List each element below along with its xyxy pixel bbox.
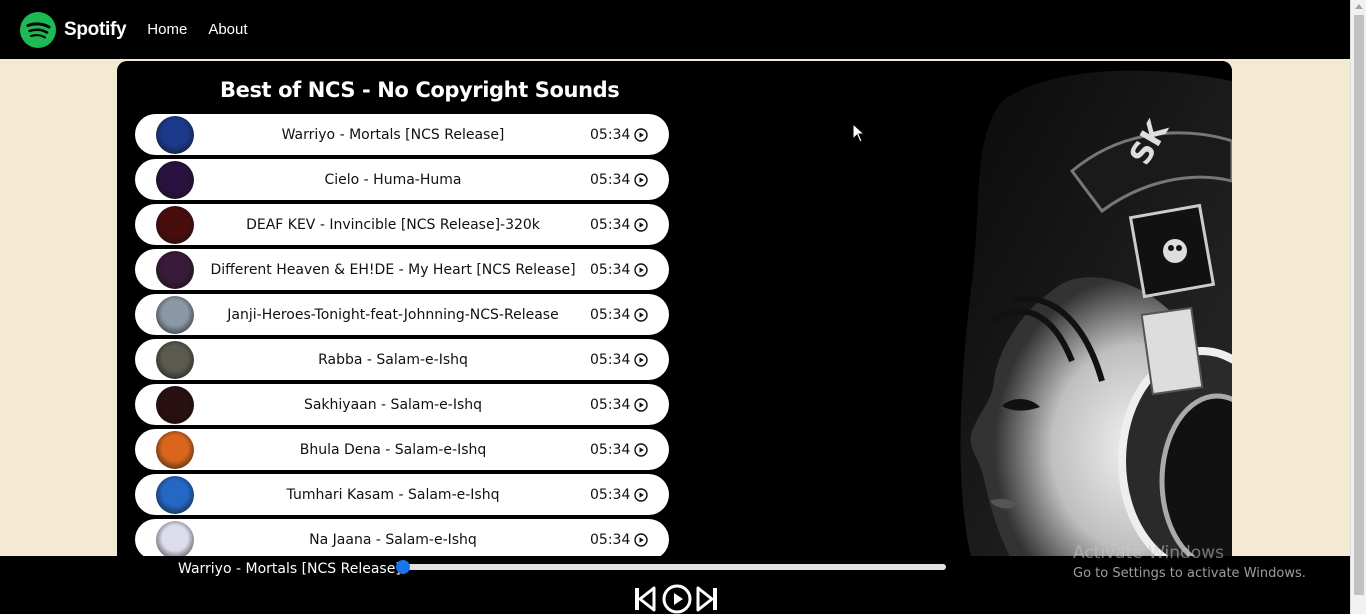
brand-name: Spotify (64, 18, 127, 40)
song-item[interactable]: Different Heaven & EH!DE - My Heart [NCS… (135, 249, 669, 290)
playlist-container: SK Best of NCS - No Copyright Sounds War… (117, 61, 1232, 561)
song-duration-text: 05:34 (590, 126, 631, 143)
song-item[interactable]: Sakhiyaan - Salam-e-Ishq 05:34 (135, 384, 669, 425)
song-name: Na Jaana - Salam-e-Ishq (309, 531, 477, 548)
play-icon[interactable] (662, 584, 692, 614)
play-circle-icon[interactable] (634, 442, 649, 457)
song-name: Sakhiyaan - Salam-e-Ishq (303, 396, 483, 413)
song-duration-text: 05:34 (590, 306, 631, 323)
song-duration-text: 05:34 (590, 531, 631, 548)
song-item[interactable]: Tumhari Kasam - Salam-e-Ishq 05:34 (135, 474, 669, 515)
song-duration-text: 05:34 (590, 216, 631, 233)
play-circle-icon[interactable] (634, 532, 649, 547)
song-cover-image (156, 386, 194, 424)
song-cover-image (156, 341, 194, 379)
spotify-logo[interactable]: Spotify (20, 11, 127, 48)
song-duration: 05:34 (590, 171, 649, 188)
next-icon[interactable] (696, 586, 718, 612)
song-cover-image (156, 296, 194, 334)
song-duration-text: 05:34 (590, 441, 631, 458)
song-name: Bhula Dena - Salam-e-Ishq (299, 441, 487, 458)
play-circle-icon[interactable] (634, 397, 649, 412)
song-name: Rabba - Salam-e-Ishq (318, 351, 468, 368)
song-item[interactable]: Cielo - Huma-Huma 05:34 (135, 159, 669, 200)
scroll-up-arrow-icon[interactable] (1355, 4, 1363, 9)
play-circle-icon[interactable] (634, 352, 649, 367)
song-duration: 05:34 (590, 531, 649, 548)
song-item[interactable]: Warriyo - Mortals [NCS Release] 05:34 (135, 114, 669, 155)
progress-knob[interactable] (396, 560, 410, 574)
song-cover-image (156, 161, 194, 199)
play-circle-icon[interactable] (634, 172, 649, 187)
play-circle-icon[interactable] (634, 307, 649, 322)
song-duration-text: 05:34 (590, 486, 631, 503)
progress-bar[interactable] (396, 560, 946, 574)
song-name: Different Heaven & EH!DE - My Heart [NCS… (210, 261, 576, 278)
song-cover-image (156, 521, 194, 559)
song-cover-image (156, 431, 194, 469)
song-duration-text: 05:34 (590, 351, 631, 368)
song-duration: 05:34 (590, 351, 649, 368)
song-duration: 05:34 (590, 441, 649, 458)
nav-link-home[interactable]: Home (147, 21, 187, 38)
watermark-subtitle: Go to Settings to activate Windows. (1073, 566, 1306, 581)
song-duration-text: 05:34 (590, 396, 631, 413)
vertical-scrollbar[interactable] (1350, 0, 1366, 614)
navbar: Spotify Home About (0, 0, 1350, 59)
song-item[interactable]: Na Jaana - Salam-e-Ishq 05:34 (135, 519, 669, 560)
song-item[interactable]: DEAF KEV - Invincible [NCS Release]-320k… (135, 204, 669, 245)
playback-controls (634, 584, 718, 614)
song-name: DEAF KEV - Invincible [NCS Release]-320k (246, 216, 540, 233)
song-cover-image (156, 116, 194, 154)
playlist-title: Best of NCS - No Copyright Sounds (220, 78, 620, 102)
song-duration: 05:34 (590, 486, 649, 503)
song-duration: 05:34 (590, 126, 649, 143)
song-cover-image (156, 476, 194, 514)
song-duration: 05:34 (590, 216, 649, 233)
song-name: Tumhari Kasam - Salam-e-Ishq (286, 486, 500, 503)
song-duration: 05:34 (590, 396, 649, 413)
play-circle-icon[interactable] (634, 262, 649, 277)
nav-link-about[interactable]: About (208, 21, 247, 38)
watermark-title: Activate Windows (1073, 543, 1224, 563)
headphones-girl-image: SK (932, 61, 1232, 561)
song-duration-text: 05:34 (590, 171, 631, 188)
song-duration: 05:34 (590, 261, 649, 278)
play-circle-icon[interactable] (634, 217, 649, 232)
song-item[interactable]: Rabba - Salam-e-Ishq 05:34 (135, 339, 669, 380)
song-duration: 05:34 (590, 306, 649, 323)
song-cover-image (156, 251, 194, 289)
song-item[interactable]: Bhula Dena - Salam-e-Ishq 05:34 (135, 429, 669, 470)
scrollbar-thumb[interactable] (1354, 15, 1364, 595)
song-name: Cielo - Huma-Huma (324, 171, 462, 188)
song-name: Warriyo - Mortals [NCS Release] (281, 126, 505, 143)
song-list: Warriyo - Mortals [NCS Release] 05:34 Ciel… (135, 114, 669, 561)
song-duration-text: 05:34 (590, 261, 631, 278)
song-name: Janji-Heroes-Tonight-feat-Johnning-NCS-R… (227, 306, 559, 323)
previous-icon[interactable] (634, 586, 656, 612)
song-item[interactable]: Janji-Heroes-Tonight-feat-Johnning-NCS-R… (135, 294, 669, 335)
now-playing-title: Warriyo - Mortals [NCS Release] (178, 561, 401, 577)
play-circle-icon[interactable] (634, 487, 649, 502)
mouse-cursor-icon (852, 123, 866, 143)
windows-activation-watermark: Activate Windows Go to Settings to activ… (1073, 543, 1306, 581)
song-cover-image (156, 206, 194, 244)
play-circle-icon[interactable] (634, 127, 649, 142)
spotify-icon (20, 11, 56, 48)
